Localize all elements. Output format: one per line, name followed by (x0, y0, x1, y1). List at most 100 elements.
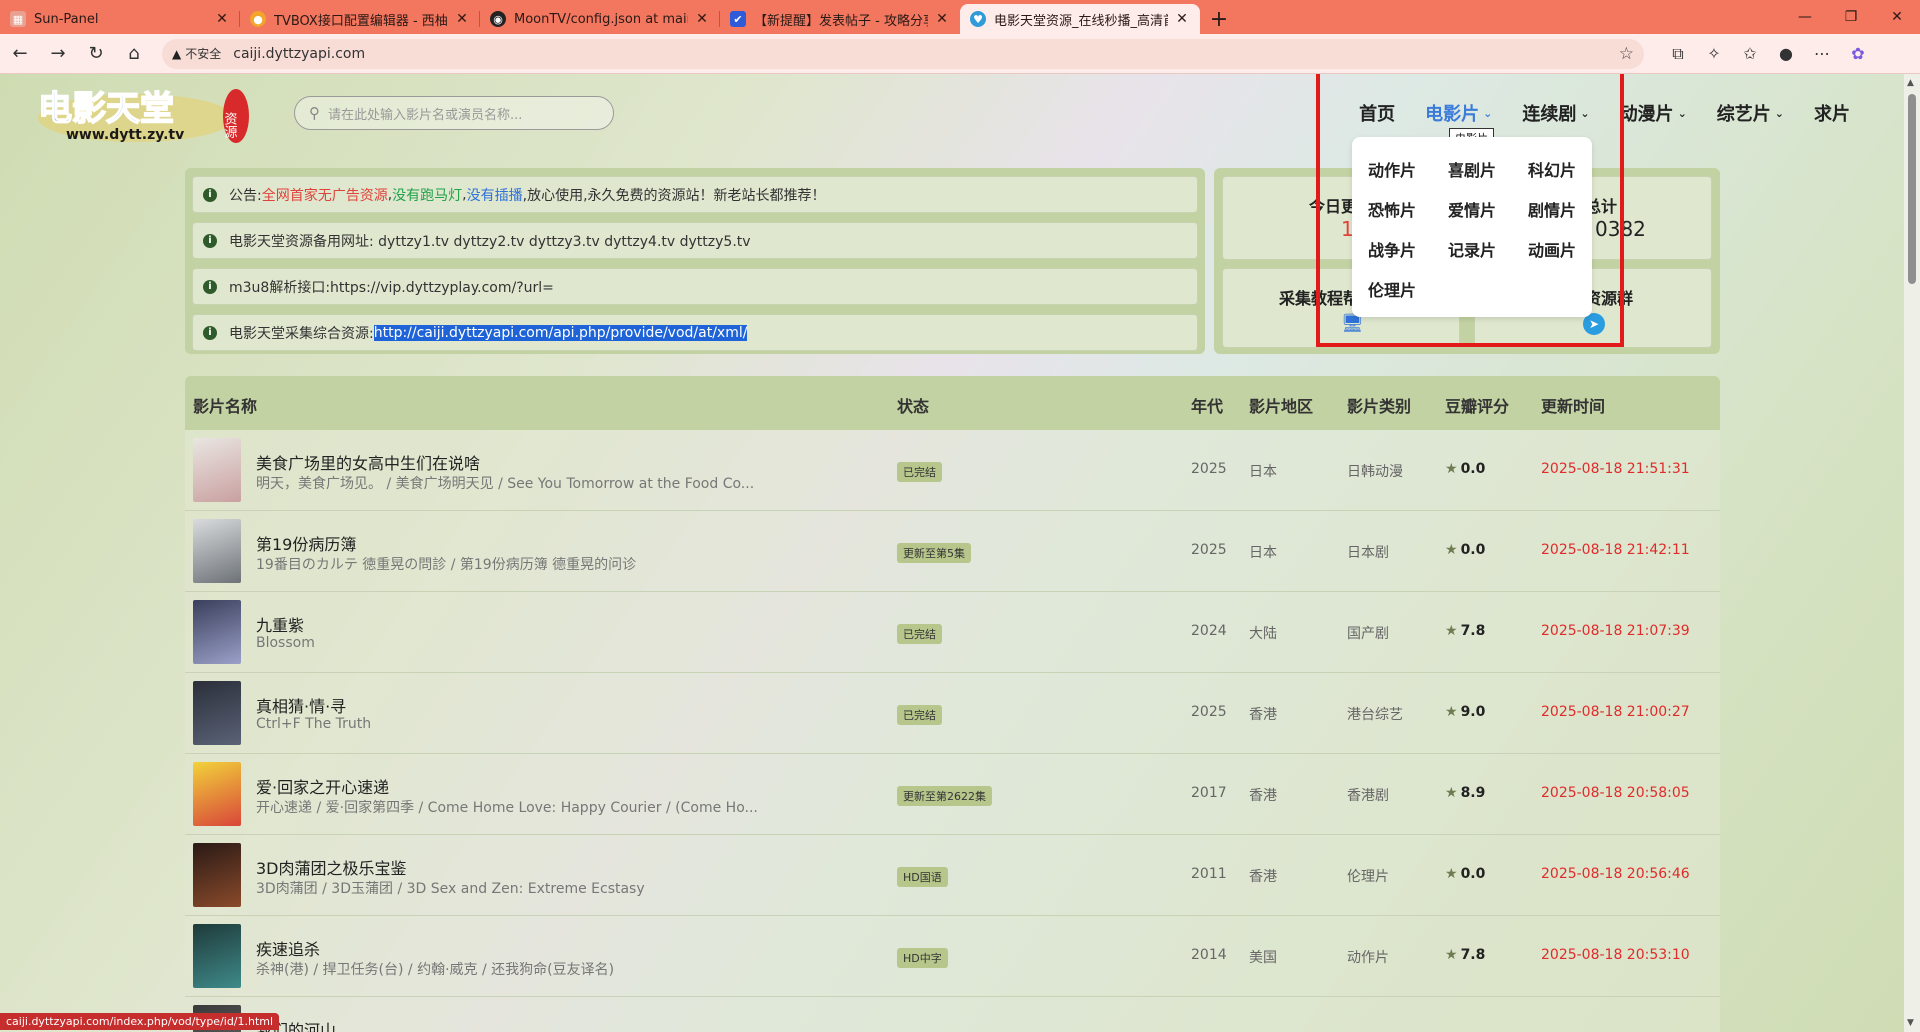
region-cell: 香港 (1249, 707, 1277, 723)
table-row[interactable]: 3D肉蒲团之极乐宝鉴 3D肉蒲团 / 3D玉蒲团 / 3D Sex and Zen… (185, 835, 1720, 916)
notice-highlight-green: 没有跑马灯 (392, 187, 463, 204)
table-row[interactable]: 真相猜·情·寻 Ctrl+F The Truth 已完结 2025 香港 港台综艺 ★ 9.0… (185, 673, 1720, 754)
nav-anime[interactable]: 动漫片 ⌄ (1620, 100, 1687, 126)
search-input[interactable]: ⚲ 请在此处输入影片名或演员名称... (294, 96, 614, 130)
poster-thumbnail[interactable] (193, 924, 241, 988)
close-icon[interactable]: ✕ (934, 11, 950, 27)
rating-cell: ★ 9.0 (1445, 704, 1485, 720)
scrollbar-thumb[interactable] (1908, 94, 1916, 284)
close-icon[interactable]: ✕ (1174, 11, 1190, 27)
restore-button[interactable]: ❐ (1828, 0, 1874, 34)
dropdown-item-scifi[interactable]: 科幻片 (1512, 149, 1592, 189)
arrow-right-icon: → (50, 43, 66, 64)
home-icon: ⌂ (128, 43, 140, 64)
minimize-button[interactable]: — (1782, 0, 1828, 34)
favorites-icon[interactable]: ✩ (1732, 38, 1768, 70)
nav-movies[interactable]: 电影片 ⌄ (1425, 100, 1492, 126)
video-title[interactable]: 九重紫 (256, 612, 304, 636)
nav-series[interactable]: 连续剧 ⌄ (1522, 100, 1589, 126)
nav-variety[interactable]: 综艺片 ⌄ (1717, 100, 1784, 126)
poster-thumbnail[interactable] (193, 438, 241, 502)
video-title[interactable]: 爱·回家之开心速递 (256, 774, 389, 798)
dropdown-item-ethics[interactable]: 伦理片 (1352, 269, 1432, 309)
table-row[interactable]: 我们的河山 (185, 997, 1720, 1032)
table-row[interactable]: 第19份病历簿 19番目のカルテ 徳重晃の問診 / 第19份病历簿 德重晃的问诊 更… (185, 511, 1720, 592)
scrollbar[interactable]: ▲ ▼ (1904, 74, 1920, 1032)
toolbar-icons: ⧉ ✧ ✩ ● ⋯ ✿ (1660, 38, 1876, 70)
address-bar[interactable]: ▲ 不安全 caiji.dyttzyapi.com ☆ (162, 38, 1644, 69)
site-logo[interactable]: 电影天堂 www.dytt.zy.tv 资源 (36, 86, 250, 144)
notice-highlight-red: 全网首家无广告资源 (261, 187, 388, 204)
table-row[interactable]: 美食广场里的女高中生们在说啥 明天，美食广场见。 / 美食广场明天见 / See … (185, 430, 1720, 511)
table-body: 美食广场里的女高中生们在说啥 明天，美食广场见。 / 美食广场明天见 / See … (185, 430, 1720, 1032)
dropdown-item-comedy[interactable]: 喜剧片 (1432, 149, 1512, 189)
poster-thumbnail[interactable] (193, 681, 241, 745)
dropdown-item-drama[interactable]: 剧情片 (1512, 189, 1592, 229)
chevron-down-icon: ⌄ (1677, 106, 1687, 120)
browser-tab-3[interactable]: ✔ 【新提醒】发表帖子 - 攻略分享 ✕ (720, 4, 960, 34)
browser-tab-0[interactable]: ▦ Sun-Panel ✕ (0, 4, 240, 34)
window-controls: — ❐ ✕ (1782, 0, 1920, 34)
scroll-down-icon[interactable]: ▼ (1907, 1018, 1914, 1028)
scroll-up-icon[interactable]: ▲ (1907, 78, 1914, 88)
category-cell: 香港剧 (1347, 788, 1389, 804)
notice-panel: i 公告: 全网首家无广告资源, 没有跑马灯, 没有插播 ,放心使用,永久免费的资源站！… (185, 168, 1205, 354)
star-icon[interactable]: ☆ (1619, 44, 1634, 64)
video-title[interactable]: 3D肉蒲团之极乐宝鉴 (256, 855, 407, 879)
table-row[interactable]: 爱·回家之开心速递 开心速递 / 爱·回家第四季 / Come Home Love… (185, 754, 1720, 835)
home-button[interactable]: ⌂ (116, 38, 152, 70)
close-icon[interactable]: ✕ (694, 11, 710, 27)
split-screen-icon[interactable]: ⧉ (1660, 38, 1696, 70)
copilot-icon[interactable]: ✿ (1840, 38, 1876, 70)
category-cell: 港台综艺 (1347, 707, 1403, 723)
extensions-icon[interactable]: ✧ (1696, 38, 1732, 70)
dropdown-item-documentary[interactable]: 记录片 (1432, 229, 1512, 269)
info-icon: i (203, 233, 217, 248)
video-title[interactable]: 真相猜·情·寻 (256, 693, 346, 717)
table-row[interactable]: 疾速追杀 杀神(港) / 捍卫任务(台) / 约翰·威克 / 还我狗命(豆友译名)… (185, 916, 1720, 997)
video-title[interactable]: 疾速追杀 (256, 936, 320, 960)
dropdown-item-action[interactable]: 动作片 (1352, 149, 1432, 189)
close-icon[interactable]: ✕ (214, 11, 230, 27)
insecure-label[interactable]: 不安全 (185, 45, 221, 62)
reload-button[interactable]: ↻ (78, 38, 114, 70)
rating-cell: ★ 0.0 (1445, 461, 1485, 477)
nav-label: 动漫片 (1619, 104, 1674, 125)
new-tab-button[interactable]: + (1204, 4, 1234, 34)
poster-thumbnail[interactable] (193, 843, 241, 907)
poster-thumbnail[interactable] (193, 762, 241, 826)
dropdown-item-romance[interactable]: 爱情片 (1432, 189, 1512, 229)
nav-request[interactable]: 求片 (1814, 100, 1850, 126)
browser-tab-4[interactable]: ♥ 电影天堂资源_在线秒播_高清首发 ✕ (960, 4, 1200, 34)
status-badge: 已完结 (897, 624, 942, 644)
more-icon[interactable]: ⋯ (1804, 38, 1840, 70)
close-icon[interactable]: ✕ (454, 11, 470, 27)
rating-value: 7.8 (1460, 623, 1486, 639)
api-link[interactable]: http://caiji.dyttzyapi.com/api.php/provi… (373, 324, 748, 341)
video-title[interactable]: 美食广场里的女高中生们在说啥 (256, 450, 480, 474)
group-label: 资源群 (1585, 289, 1634, 308)
dropdown-item-war[interactable]: 战争片 (1352, 229, 1432, 269)
url-text[interactable]: caiji.dyttzyapi.com (233, 46, 1619, 62)
forward-button[interactable]: → (40, 38, 76, 70)
category-cell: 日本剧 (1347, 545, 1389, 561)
window-close-button[interactable]: ✕ (1874, 0, 1920, 34)
nav-home[interactable]: 首页 (1359, 100, 1395, 126)
table-row[interactable]: 九重紫 Blossom 已完结 2024 大陆 国产剧 ★ 7.8 2025-08-18 21:… (185, 592, 1720, 673)
poster-thumbnail[interactable] (193, 600, 241, 664)
updated-cell: 2025-08-18 20:53:10 (1541, 947, 1690, 963)
dropdown-item-animation[interactable]: 动画片 (1512, 229, 1592, 269)
poster-thumbnail[interactable] (193, 519, 241, 583)
arrow-left-icon: ← (12, 43, 28, 64)
browser-tab-1[interactable]: ● TVBOX接口配置编辑器 - 西柚吧 ✕ (240, 4, 480, 34)
browser-tab-2[interactable]: ◉ MoonTV/config.json at main · sar ✕ (480, 4, 720, 34)
header-name: 影片名称 (193, 397, 258, 416)
updated-cell: 2025-08-18 21:00:27 (1541, 704, 1690, 720)
dropdown-item-horror[interactable]: 恐怖片 (1352, 189, 1432, 229)
nav-label: 首页 (1359, 104, 1396, 125)
info-icon: i (203, 325, 217, 340)
back-button[interactable]: ← (2, 38, 38, 70)
profile-avatar[interactable]: ● (1768, 38, 1804, 70)
video-title[interactable]: 第19份病历簿 (256, 531, 356, 555)
chevron-down-icon: ⌄ (1580, 106, 1590, 120)
